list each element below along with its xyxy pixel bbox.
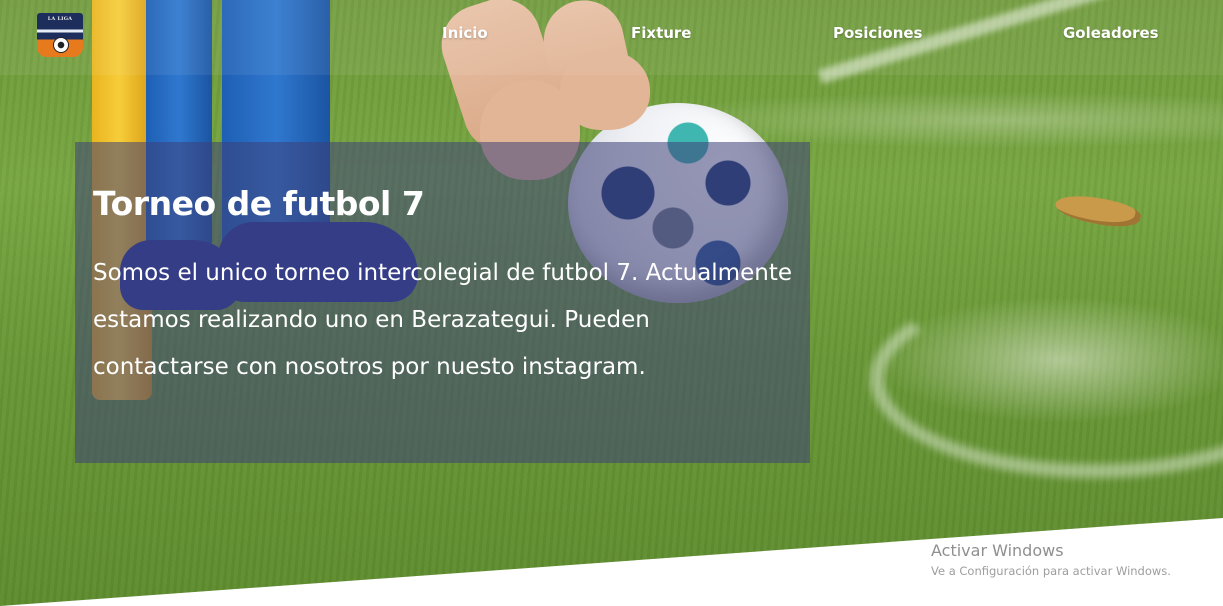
hero-info-card: Torneo de futbol 7 Somos el unico torneo…: [75, 142, 810, 463]
nav-link-inicio[interactable]: Inicio: [442, 22, 488, 44]
logo-ball-icon: [53, 37, 69, 53]
watermark-subtitle: Ve a Configuración para activar Windows.: [931, 564, 1171, 578]
logo-text: LA LIGA: [47, 16, 73, 22]
top-navbar: LA LIGA Inicio Fixture Posiciones Golead…: [0, 0, 1223, 75]
nav-link-goleadores[interactable]: Goleadores: [1063, 22, 1159, 44]
nav-link-posiciones[interactable]: Posiciones: [833, 22, 923, 44]
nav-link-fixture[interactable]: Fixture: [631, 22, 691, 44]
windows-activation-watermark: Activar Windows Ve a Configuración para …: [931, 540, 1171, 580]
watermark-title: Activar Windows: [931, 541, 1064, 560]
hero-description: Somos el unico torneo intercolegial de f…: [93, 260, 792, 380]
site-logo[interactable]: LA LIGA: [37, 13, 83, 57]
page: LA LIGA Inicio Fixture Posiciones Golead…: [0, 0, 1223, 606]
hero-title: Torneo de futbol 7: [93, 184, 425, 223]
